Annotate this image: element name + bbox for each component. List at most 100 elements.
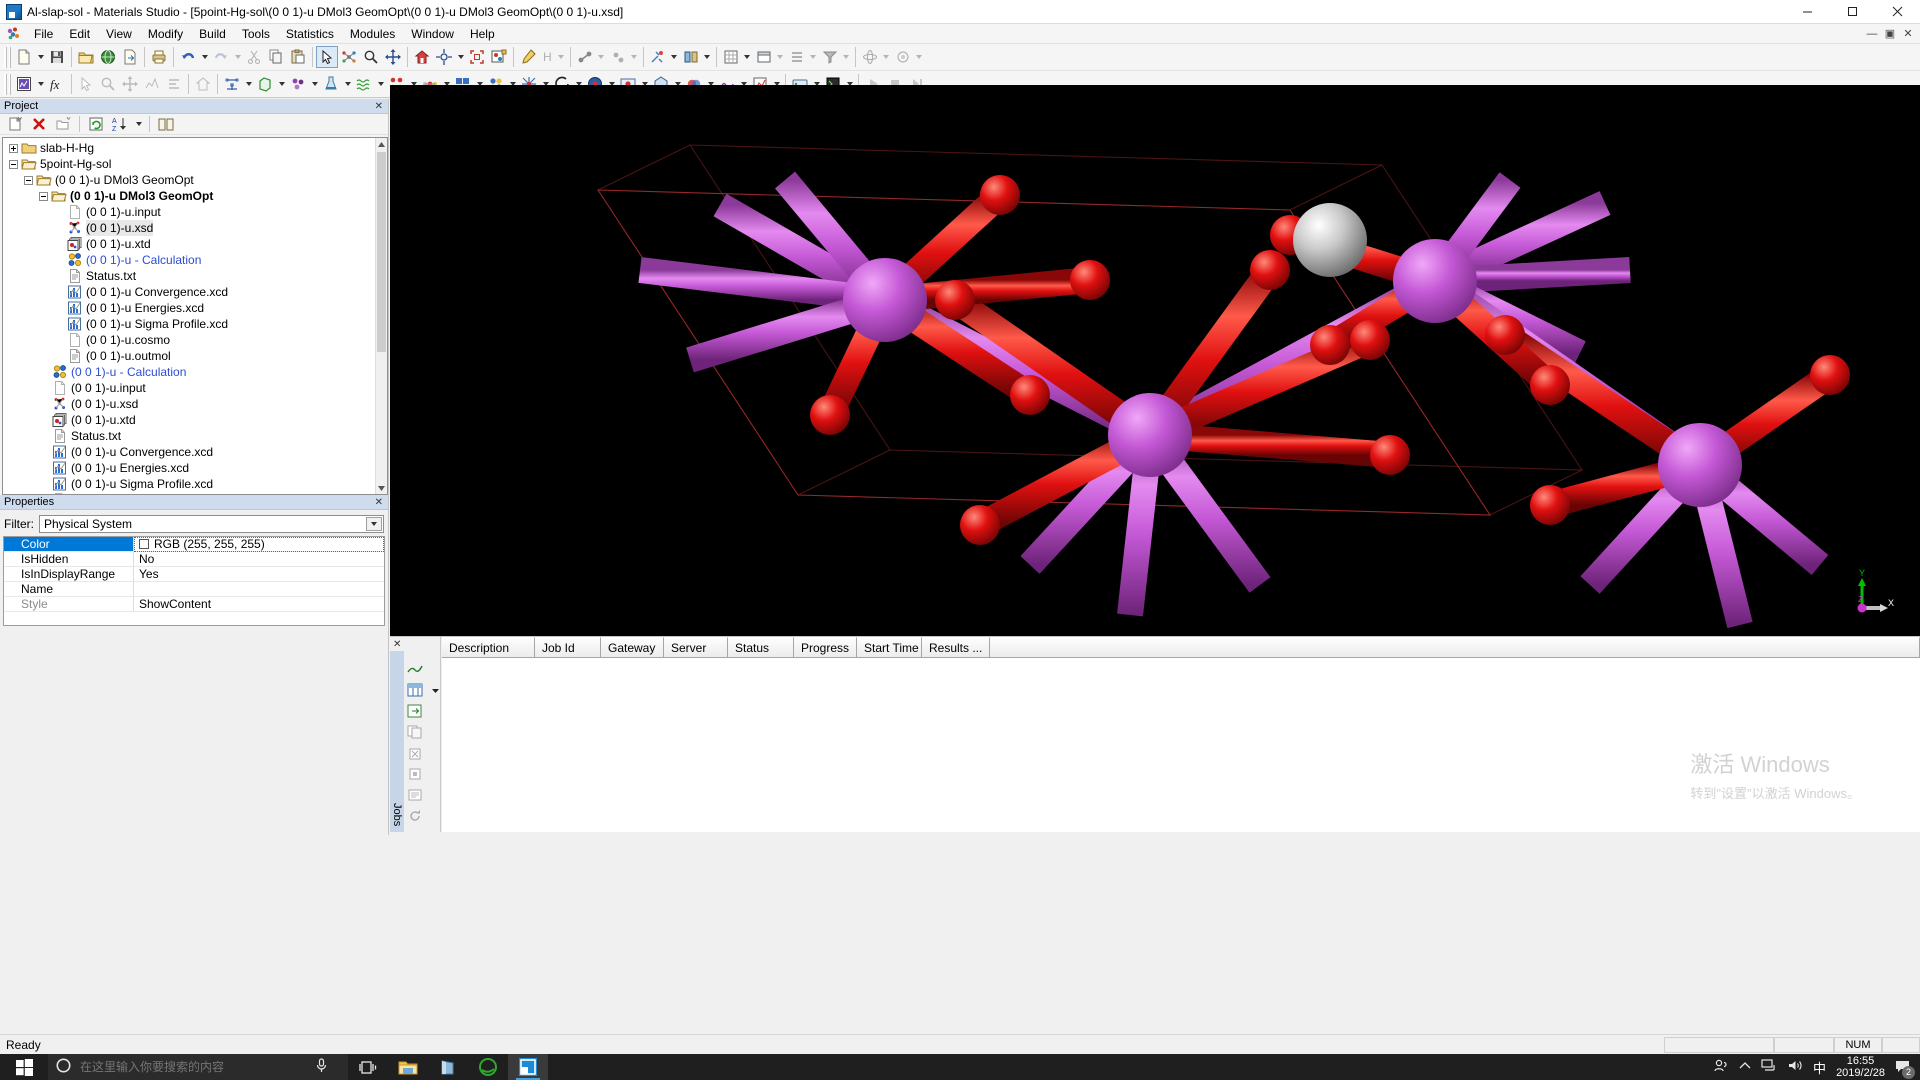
jobs-column-header[interactable]: Progress (794, 637, 857, 657)
analysis-dropdown-arrow[interactable] (35, 73, 46, 95)
taskbar-search[interactable] (48, 1054, 348, 1080)
jobs-table-body[interactable]: 激活 Windows 转到"设置"以激活 Windows。 (442, 658, 1920, 832)
field-display-button[interactable] (892, 46, 914, 68)
translate-tool-button[interactable] (382, 46, 404, 68)
chart-zoom-button[interactable] (97, 73, 119, 95)
minimize-button[interactable] (1785, 0, 1830, 24)
project-tree-item[interactable]: (0 0 1)-u.input (3, 204, 387, 220)
fit-to-screen-button[interactable] (466, 46, 488, 68)
project-tree-item[interactable]: (0 0 1)-u Energies.xcd (3, 460, 387, 476)
jobs-export-icon[interactable] (406, 703, 424, 719)
build-crystal-button[interactable] (221, 73, 243, 95)
orbital-dropdown-arrow[interactable] (881, 46, 892, 68)
project-tree[interactable]: slab-H-Hg5point-Hg-sol(0 0 1)-u DMol3 Ge… (2, 137, 388, 495)
project-tree-item[interactable]: (0 0 1)-u DMol3 GeomOpt (3, 188, 387, 204)
clean-dropdown-arrow[interactable] (669, 46, 680, 68)
help-book-button[interactable] (155, 113, 177, 135)
measure-button[interactable] (517, 46, 539, 68)
menu-item-tools[interactable]: Tools (234, 25, 278, 43)
polymer-dropdown-arrow[interactable] (375, 73, 386, 95)
menu-item-modify[interactable]: Modify (140, 25, 191, 43)
task-view-icon[interactable] (348, 1054, 388, 1080)
maximize-button[interactable] (1830, 0, 1875, 24)
function-button[interactable]: fx (46, 73, 68, 95)
network-icon[interactable] (1761, 1059, 1777, 1075)
bond-tool-button[interactable] (574, 46, 596, 68)
project-tree-item[interactable]: (0 0 1)-u.xsd (3, 396, 387, 412)
cut-button[interactable] (243, 46, 265, 68)
refresh-button[interactable] (85, 113, 107, 135)
volume-icon[interactable] (1787, 1059, 1803, 1075)
jobs-delete-icon[interactable] (406, 745, 424, 761)
property-value-cell[interactable]: RGB (255, 255, 255) (134, 537, 384, 552)
project-panel-close-icon[interactable]: ✕ (375, 101, 383, 112)
project-tree-item[interactable]: (0 0 1)-u.xsd (3, 220, 387, 236)
jobs-settings-icon[interactable] (406, 787, 424, 803)
property-row[interactable]: IsHiddenNo (4, 552, 384, 567)
jobs-column-header[interactable]: Status (728, 637, 794, 657)
project-tree-item[interactable]: (0 0 1)-u Convergence.xcd (3, 444, 387, 460)
jobs-table-icon[interactable] (406, 682, 424, 698)
toolbar-grip[interactable] (4, 47, 11, 68)
list-dropdown-arrow[interactable] (808, 46, 819, 68)
chart-pan-button[interactable] (119, 73, 141, 95)
grid-dropdown-arrow[interactable] (742, 46, 753, 68)
center-view-dropdown-arrow[interactable] (455, 46, 466, 68)
tree-collapse-icon[interactable] (24, 176, 33, 185)
element-dropdown-arrow[interactable] (556, 46, 567, 68)
open-folder-button[interactable] (75, 46, 97, 68)
amorphous-cell-button[interactable] (320, 73, 342, 95)
amorphous-cell-dropdown-arrow[interactable] (342, 73, 353, 95)
search-input[interactable] (78, 1059, 308, 1075)
property-value-cell[interactable]: No (134, 552, 384, 567)
bond-dropdown-arrow[interactable] (596, 46, 607, 68)
orbital-display-button[interactable] (859, 46, 881, 68)
save-button[interactable] (46, 46, 68, 68)
sketch-dropdown-arrow[interactable] (629, 46, 640, 68)
jobs-panel-close-icon[interactable]: ✕ (393, 639, 401, 650)
open-from-web-button[interactable] (97, 46, 119, 68)
clean-structure-button[interactable] (647, 46, 669, 68)
project-tree-item[interactable]: (0 0 1)-u DMol3 GeomOpt (3, 172, 387, 188)
view-home-button[interactable] (411, 46, 433, 68)
project-tree-item[interactable]: (0 0 1)-u.input (3, 380, 387, 396)
build-nanostructure-button[interactable] (287, 73, 309, 95)
build-crystal-dropdown-arrow[interactable] (243, 73, 254, 95)
store-icon[interactable] (428, 1054, 468, 1080)
build-cell-button[interactable] (254, 73, 276, 95)
polymer-button[interactable] (353, 73, 375, 95)
tree-collapse-icon[interactable] (9, 160, 18, 169)
jobs-column-header[interactable]: Server (664, 637, 728, 657)
jobs-stop-icon[interactable] (406, 766, 424, 782)
close-button[interactable] (1875, 0, 1920, 24)
tree-collapse-icon[interactable] (39, 192, 48, 201)
menu-item-view[interactable]: View (98, 25, 140, 43)
microphone-icon[interactable] (315, 1058, 328, 1076)
grid-display-button[interactable] (720, 46, 742, 68)
project-tree-item[interactable]: (0 0 1)-u Energies.xcd (3, 300, 387, 316)
print-button[interactable] (148, 46, 170, 68)
project-tree-item[interactable]: (0 0 1)-u.outmol (3, 348, 387, 364)
jobs-view-icon[interactable] (406, 661, 424, 677)
paste-button[interactable] (287, 46, 309, 68)
modules-toolbar-grip[interactable] (4, 74, 11, 95)
notification-center-icon[interactable]: 2 (1895, 1059, 1912, 1076)
menu-item-window[interactable]: Window (403, 25, 462, 43)
redo-button[interactable] (210, 46, 232, 68)
chart-home-button[interactable] (192, 73, 214, 95)
taskbar-clock[interactable]: 16:55 2019/2/28 (1836, 1055, 1885, 1079)
menu-item-build[interactable]: Build (191, 25, 234, 43)
jobs-column-header[interactable]: Job Id (535, 637, 601, 657)
display-style-button[interactable] (488, 46, 510, 68)
symmetry-button[interactable] (680, 46, 702, 68)
materials-studio-taskbar-icon[interactable] (508, 1054, 548, 1080)
filter-display-button[interactable] (819, 46, 841, 68)
chevron-down-icon[interactable] (366, 517, 382, 531)
zoom-tool-button[interactable] (360, 46, 382, 68)
field-dropdown-arrow[interactable] (914, 46, 925, 68)
scroll-up-arrow-icon[interactable] (376, 138, 387, 150)
table-dropdown-arrow[interactable] (775, 46, 786, 68)
mdi-close-button[interactable]: ✕ (1900, 27, 1916, 40)
jobs-copy-icon[interactable] (406, 724, 424, 740)
project-tree-scrollbar[interactable] (375, 138, 387, 494)
